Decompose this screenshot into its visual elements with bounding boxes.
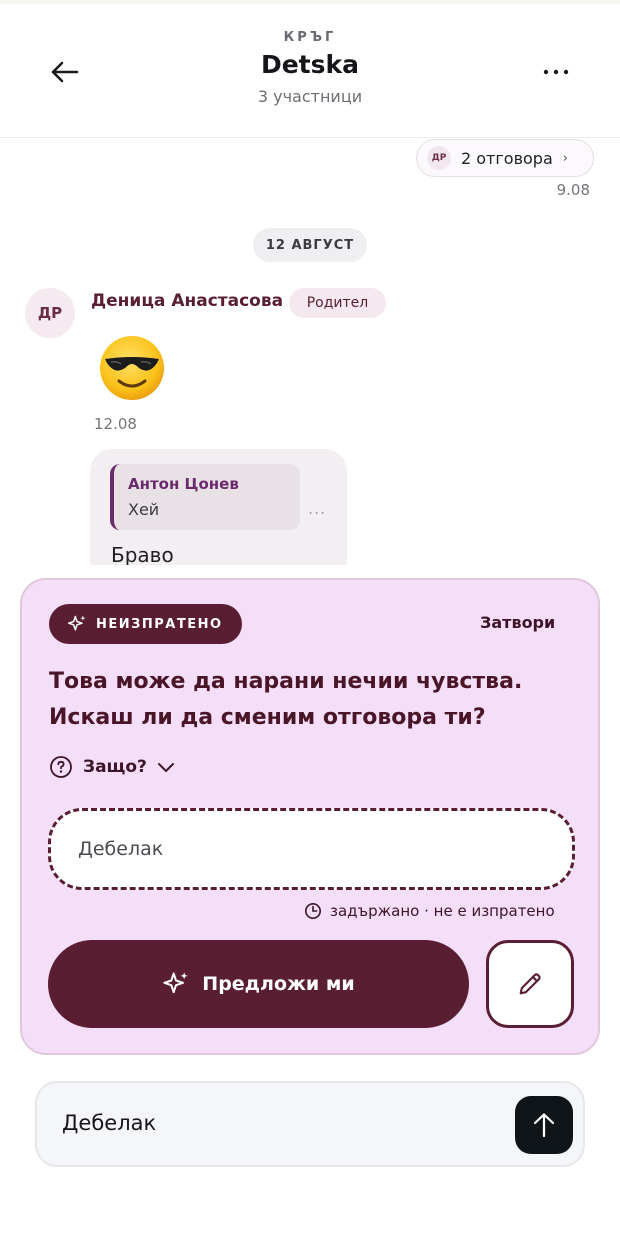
composer-input[interactable]: Дебелак xyxy=(62,1111,156,1135)
draft-text: Дебелак xyxy=(78,838,164,860)
quote-text: Хей xyxy=(128,500,160,519)
message-list[interactable]: ДР 2 отговора › 9.08 12 АВГУСТ ДР Деница… xyxy=(0,139,620,565)
clock-icon xyxy=(304,902,322,920)
suggest-button[interactable]: Предложи ми xyxy=(48,940,469,1028)
sender-name[interactable]: Деница Анастасова xyxy=(91,291,283,311)
held-status-text: задържано · не е изпратено xyxy=(330,902,555,920)
sunglasses-emoji-icon[interactable] xyxy=(99,335,165,401)
chevron-right-icon: › xyxy=(562,150,568,166)
top-bar: КРЪГ Detska 3 участници xyxy=(0,0,620,138)
suggest-button-label: Предложи ми xyxy=(202,973,355,995)
more-options-button[interactable] xyxy=(536,52,576,92)
more-horizontal-icon xyxy=(543,69,569,75)
warning-title: Това може да нарани нечии чувства. Искаш… xyxy=(49,669,523,730)
role-badge: Родител xyxy=(289,288,386,318)
thread-replies-button[interactable]: ДР 2 отговора › xyxy=(416,139,594,177)
message-composer[interactable]: Дебелак xyxy=(35,1081,585,1167)
status-badge: НЕИЗПРАТЕНО xyxy=(49,604,242,644)
chevron-down-icon xyxy=(157,763,174,772)
status-badge-label: НЕИЗПРАТЕНО xyxy=(96,616,223,632)
sparkle-icon xyxy=(67,615,86,631)
held-draft-field[interactable]: Дебелак xyxy=(48,808,575,890)
sender-avatar[interactable]: ДР xyxy=(25,288,75,338)
sparkle-icon xyxy=(163,972,188,994)
message-more-button[interactable]: ... xyxy=(308,499,326,518)
unsent-warning-card: НЕИЗПРАТЕНО Затвори Това може да нарани … xyxy=(20,578,600,1055)
why-label: Защо? xyxy=(83,757,147,777)
participants-count: 3 участници xyxy=(257,87,363,106)
arrow-up-icon xyxy=(533,1113,555,1138)
avatar: ДР xyxy=(427,146,451,170)
close-button[interactable]: Затвори xyxy=(480,613,555,632)
pencil-icon xyxy=(519,973,541,995)
circle-kicker: КРЪГ xyxy=(283,30,337,45)
why-toggle[interactable]: Защо? xyxy=(49,754,175,780)
message-bubble[interactable]: Антон Цонев Хей ... Браво xyxy=(90,449,347,565)
edit-button[interactable] xyxy=(486,940,574,1028)
help-circle-icon xyxy=(50,756,72,778)
date-separator: 12 АВГУСТ xyxy=(253,228,367,262)
quoted-message[interactable]: Антон Цонев Хей xyxy=(110,464,300,530)
page-title: Detska xyxy=(260,50,360,79)
send-button[interactable] xyxy=(515,1096,573,1154)
message-time: 12.08 xyxy=(94,415,137,433)
held-status: задържано · не е изпратено xyxy=(304,900,555,922)
message-time: 9.08 xyxy=(556,181,590,199)
replies-count: 2 отговора xyxy=(461,148,553,168)
quote-author: Антон Цонев xyxy=(128,475,239,493)
message-text: Браво xyxy=(111,543,174,565)
